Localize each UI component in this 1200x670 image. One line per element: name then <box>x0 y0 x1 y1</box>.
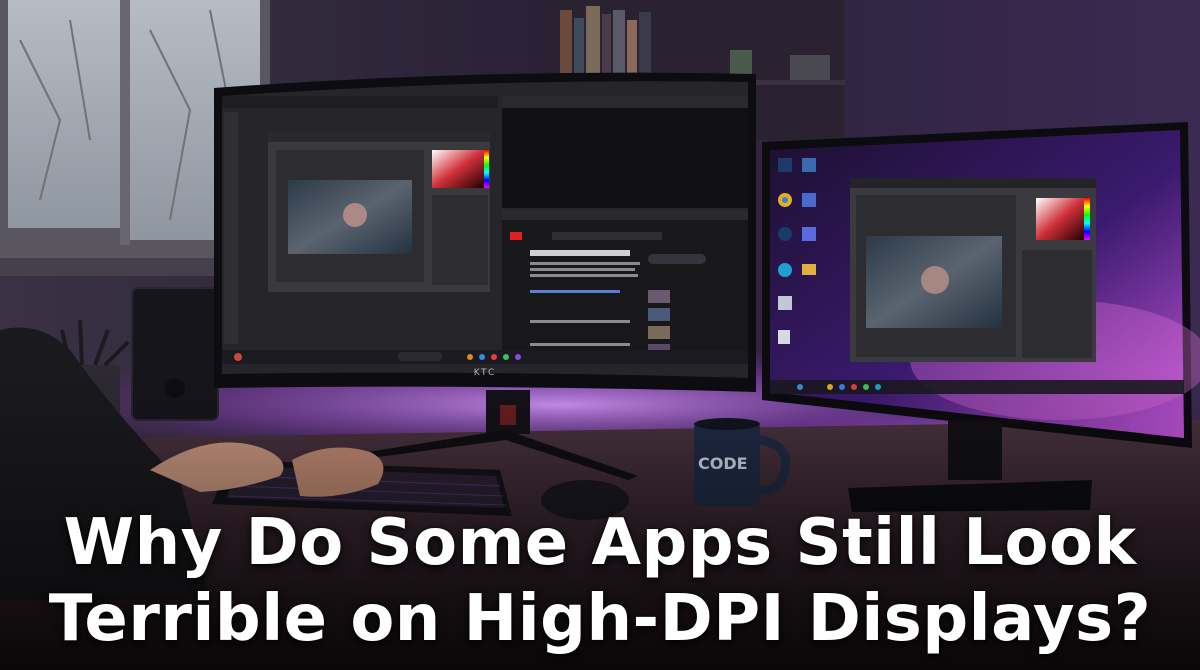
headline-line-2: Terrible on High-DPI Displays? <box>48 582 1152 656</box>
headline-line-1: Why Do Some Apps Still Look <box>63 506 1137 580</box>
